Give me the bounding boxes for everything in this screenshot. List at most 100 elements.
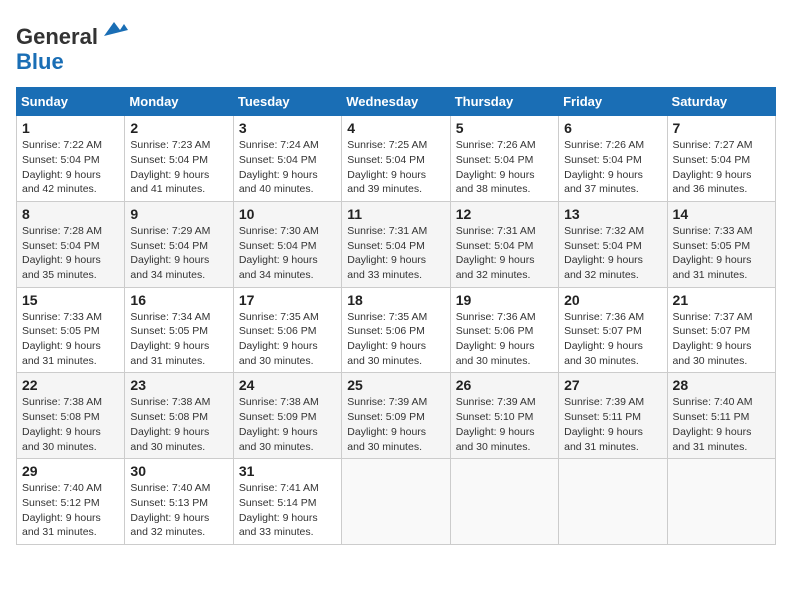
day-info: Sunrise: 7:33 AMSunset: 5:05 PMDaylight:… xyxy=(22,311,102,367)
logo-bird-icon xyxy=(100,16,128,44)
day-info: Sunrise: 7:26 AMSunset: 5:04 PMDaylight:… xyxy=(456,139,536,195)
calendar-day-cell: 25 Sunrise: 7:39 AMSunset: 5:09 PMDayligh… xyxy=(342,373,450,459)
day-number: 6 xyxy=(564,120,661,136)
day-info: Sunrise: 7:28 AMSunset: 5:04 PMDaylight:… xyxy=(22,225,102,281)
calendar-day-cell: 23 Sunrise: 7:38 AMSunset: 5:08 PMDayligh… xyxy=(125,373,233,459)
day-info: Sunrise: 7:40 AMSunset: 5:12 PMDaylight:… xyxy=(22,482,102,538)
day-number: 8 xyxy=(22,206,119,222)
calendar-day-cell: 28Sunrise: 7:40 AMSunset: 5:11 PMDayligh… xyxy=(667,373,775,459)
day-number: 21 xyxy=(673,292,770,308)
day-info: Sunrise: 7:26 AMSunset: 5:04 PMDaylight:… xyxy=(564,139,644,195)
day-info: Sunrise: 7:32 AMSunset: 5:04 PMDaylight:… xyxy=(564,225,644,281)
day-number: 12 xyxy=(456,206,553,222)
calendar-day-cell: 7 Sunrise: 7:27 AMSunset: 5:04 PMDaylight… xyxy=(667,116,775,202)
day-info: Sunrise: 7:39 AMSunset: 5:09 PMDaylight:… xyxy=(347,396,427,452)
day-info: Sunrise: 7:29 AMSunset: 5:04 PMDaylight:… xyxy=(130,225,210,281)
calendar-day-cell: 11 Sunrise: 7:31 AMSunset: 5:04 PMDayligh… xyxy=(342,201,450,287)
day-number: 14 xyxy=(673,206,770,222)
calendar-day-cell: 31 Sunrise: 7:41 AMSunset: 5:14 PMDayligh… xyxy=(233,459,341,545)
day-number: 23 xyxy=(130,377,227,393)
weekday-header: Tuesday xyxy=(233,88,341,116)
day-info: Sunrise: 7:40 AMSunset: 5:13 PMDaylight:… xyxy=(130,482,210,538)
day-number: 18 xyxy=(347,292,444,308)
calendar-day-cell: 20 Sunrise: 7:36 AMSunset: 5:07 PMDayligh… xyxy=(559,287,667,373)
calendar-day-cell: 24Sunrise: 7:38 AMSunset: 5:09 PMDayligh… xyxy=(233,373,341,459)
day-info: Sunrise: 7:38 AMSunset: 5:08 PMDaylight:… xyxy=(22,396,102,452)
day-info: Sunrise: 7:39 AMSunset: 5:11 PMDaylight:… xyxy=(564,396,644,452)
calendar-day-cell xyxy=(667,459,775,545)
day-number: 25 xyxy=(347,377,444,393)
logo-general: General xyxy=(16,24,98,49)
calendar-day-cell: 26 Sunrise: 7:39 AMSunset: 5:10 PMDayligh… xyxy=(450,373,558,459)
calendar-day-cell: 30Sunrise: 7:40 AMSunset: 5:13 PMDayligh… xyxy=(125,459,233,545)
calendar-week-row: 29Sunrise: 7:40 AMSunset: 5:12 PMDayligh… xyxy=(17,459,776,545)
day-number: 26 xyxy=(456,377,553,393)
calendar-day-cell: 16Sunrise: 7:34 AMSunset: 5:05 PMDayligh… xyxy=(125,287,233,373)
day-info: Sunrise: 7:33 AMSunset: 5:05 PMDaylight:… xyxy=(673,225,753,281)
day-info: Sunrise: 7:40 AMSunset: 5:11 PMDaylight:… xyxy=(673,396,753,452)
day-number: 31 xyxy=(239,463,336,479)
day-info: Sunrise: 7:38 AMSunset: 5:08 PMDaylight:… xyxy=(130,396,210,452)
day-number: 19 xyxy=(456,292,553,308)
calendar-day-cell: 27 Sunrise: 7:39 AMSunset: 5:11 PMDayligh… xyxy=(559,373,667,459)
calendar-day-cell xyxy=(450,459,558,545)
calendar-week-row: 22 Sunrise: 7:38 AMSunset: 5:08 PMDayligh… xyxy=(17,373,776,459)
day-number: 20 xyxy=(564,292,661,308)
day-info: Sunrise: 7:41 AMSunset: 5:14 PMDaylight:… xyxy=(239,482,319,538)
day-number: 17 xyxy=(239,292,336,308)
calendar-day-cell: 29Sunrise: 7:40 AMSunset: 5:12 PMDayligh… xyxy=(17,459,125,545)
calendar-week-row: 1 Sunrise: 7:22 AMSunset: 5:04 PMDaylight… xyxy=(17,116,776,202)
day-number: 1 xyxy=(22,120,119,136)
day-info: Sunrise: 7:25 AMSunset: 5:04 PMDaylight:… xyxy=(347,139,427,195)
calendar-day-cell: 19 Sunrise: 7:36 AMSunset: 5:06 PMDayligh… xyxy=(450,287,558,373)
calendar-day-cell: 2 Sunrise: 7:23 AMSunset: 5:04 PMDaylight… xyxy=(125,116,233,202)
day-number: 4 xyxy=(347,120,444,136)
day-number: 13 xyxy=(564,206,661,222)
calendar-day-cell: 15 Sunrise: 7:33 AMSunset: 5:05 PMDayligh… xyxy=(17,287,125,373)
day-info: Sunrise: 7:37 AMSunset: 5:07 PMDaylight:… xyxy=(673,311,753,367)
day-number: 16 xyxy=(130,292,227,308)
calendar-day-cell: 3 Sunrise: 7:24 AMSunset: 5:04 PMDaylight… xyxy=(233,116,341,202)
day-info: Sunrise: 7:23 AMSunset: 5:04 PMDaylight:… xyxy=(130,139,210,195)
calendar-day-cell: 22 Sunrise: 7:38 AMSunset: 5:08 PMDayligh… xyxy=(17,373,125,459)
day-number: 9 xyxy=(130,206,227,222)
calendar-day-cell xyxy=(342,459,450,545)
logo: General Blue xyxy=(16,16,128,75)
day-number: 22 xyxy=(22,377,119,393)
day-info: Sunrise: 7:36 AMSunset: 5:07 PMDaylight:… xyxy=(564,311,644,367)
day-info: Sunrise: 7:27 AMSunset: 5:04 PMDaylight:… xyxy=(673,139,753,195)
calendar-table: SundayMondayTuesdayWednesdayThursdayFrid… xyxy=(16,87,776,545)
day-info: Sunrise: 7:35 AMSunset: 5:06 PMDaylight:… xyxy=(239,311,319,367)
calendar-week-row: 15 Sunrise: 7:33 AMSunset: 5:05 PMDayligh… xyxy=(17,287,776,373)
calendar-day-cell: 14 Sunrise: 7:33 AMSunset: 5:05 PMDayligh… xyxy=(667,201,775,287)
day-info: Sunrise: 7:36 AMSunset: 5:06 PMDaylight:… xyxy=(456,311,536,367)
weekday-header: Saturday xyxy=(667,88,775,116)
weekday-header: Thursday xyxy=(450,88,558,116)
weekday-header: Wednesday xyxy=(342,88,450,116)
calendar-day-cell xyxy=(559,459,667,545)
calendar-day-cell: 5 Sunrise: 7:26 AMSunset: 5:04 PMDaylight… xyxy=(450,116,558,202)
day-info: Sunrise: 7:39 AMSunset: 5:10 PMDaylight:… xyxy=(456,396,536,452)
day-number: 2 xyxy=(130,120,227,136)
day-number: 15 xyxy=(22,292,119,308)
day-number: 10 xyxy=(239,206,336,222)
calendar-week-row: 8 Sunrise: 7:28 AMSunset: 5:04 PMDaylight… xyxy=(17,201,776,287)
day-info: Sunrise: 7:31 AMSunset: 5:04 PMDaylight:… xyxy=(347,225,427,281)
logo-blue: Blue xyxy=(16,49,64,75)
calendar-day-cell: 12Sunrise: 7:31 AMSunset: 5:04 PMDayligh… xyxy=(450,201,558,287)
day-number: 7 xyxy=(673,120,770,136)
day-number: 11 xyxy=(347,206,444,222)
day-number: 3 xyxy=(239,120,336,136)
day-info: Sunrise: 7:35 AMSunset: 5:06 PMDaylight:… xyxy=(347,311,427,367)
calendar-day-cell: 6 Sunrise: 7:26 AMSunset: 5:04 PMDaylight… xyxy=(559,116,667,202)
calendar-day-cell: 18 Sunrise: 7:35 AMSunset: 5:06 PMDayligh… xyxy=(342,287,450,373)
calendar-day-cell: 17 Sunrise: 7:35 AMSunset: 5:06 PMDayligh… xyxy=(233,287,341,373)
day-number: 27 xyxy=(564,377,661,393)
day-info: Sunrise: 7:24 AMSunset: 5:04 PMDaylight:… xyxy=(239,139,319,195)
calendar-day-cell: 9 Sunrise: 7:29 AMSunset: 5:04 PMDaylight… xyxy=(125,201,233,287)
calendar-day-cell: 4 Sunrise: 7:25 AMSunset: 5:04 PMDaylight… xyxy=(342,116,450,202)
weekday-header: Monday xyxy=(125,88,233,116)
page-header: General Blue xyxy=(16,16,776,75)
day-info: Sunrise: 7:22 AMSunset: 5:04 PMDaylight:… xyxy=(22,139,102,195)
day-number: 5 xyxy=(456,120,553,136)
